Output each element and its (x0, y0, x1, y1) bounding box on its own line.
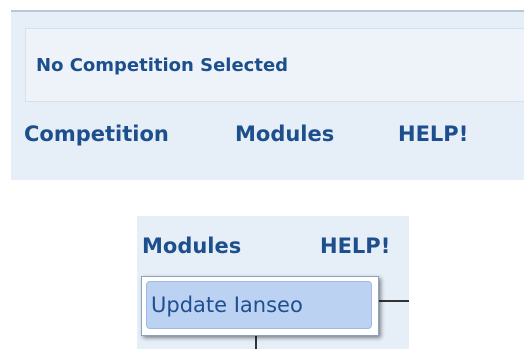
competition-status-text: No Competition Selected (36, 55, 289, 76)
zoom-menu-modules[interactable]: Modules (142, 234, 241, 258)
menu-help[interactable]: HELP! (398, 122, 468, 146)
panel-top-border (11, 10, 524, 12)
top-panel: No Competition Selected Competition Modu… (11, 10, 524, 180)
background-horizontal-line (379, 300, 409, 302)
modules-dropdown: Update Ianseo (141, 276, 379, 336)
zoom-menu-help[interactable]: HELP! (320, 234, 390, 258)
dropdown-item-update-ianseo[interactable]: Update Ianseo (146, 281, 372, 329)
zoomed-menu-panel: Modules HELP! Update Ianseo (137, 216, 409, 349)
menu-competition[interactable]: Competition (24, 122, 169, 146)
competition-status-bar: No Competition Selected (25, 28, 524, 102)
menu-modules[interactable]: Modules (235, 122, 334, 146)
